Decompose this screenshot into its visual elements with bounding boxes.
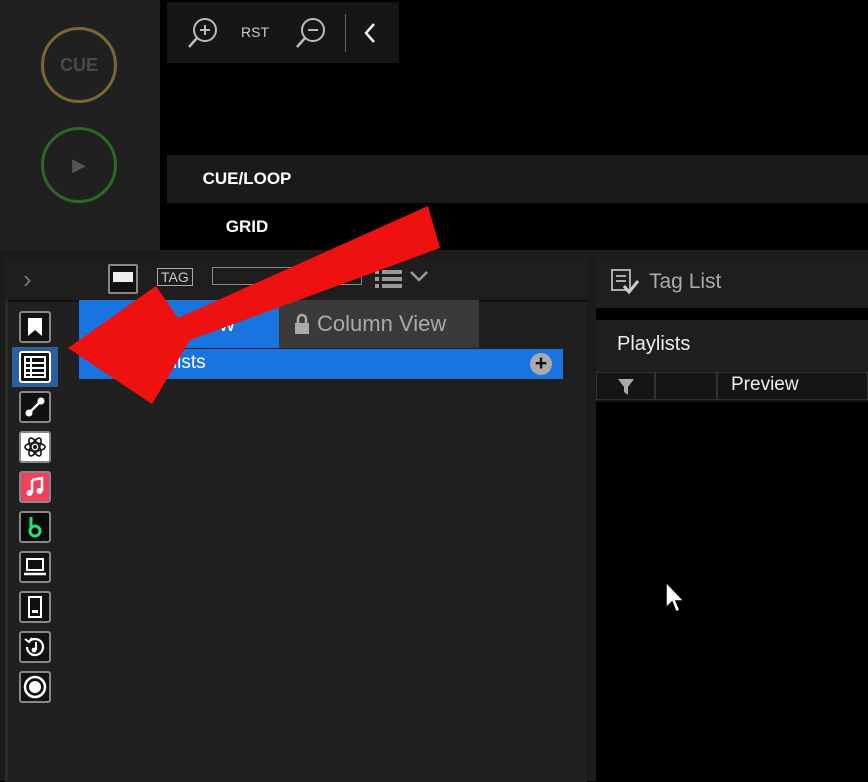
bookmark-icon[interactable] <box>19 311 51 343</box>
tag-list-icon <box>611 269 640 295</box>
add-playlist-icon[interactable]: + <box>530 353 552 375</box>
cue-button[interactable]: CUE <box>41 27 117 103</box>
column-header-row: Preview <box>596 372 868 402</box>
collection-list-icon[interactable] <box>19 351 51 383</box>
sidebar-edge <box>5 300 8 781</box>
tab-cue-loop[interactable]: CUE/LOOP <box>167 155 327 203</box>
record-icon[interactable] <box>19 671 51 703</box>
playlists-header: Playlists <box>596 320 868 372</box>
chevron-left-icon[interactable] <box>363 22 377 49</box>
rst-button[interactable]: RST <box>241 24 269 40</box>
zoom-out-icon[interactable] <box>295 16 327 55</box>
device-icon[interactable] <box>19 591 51 623</box>
preview-column[interactable]: Preview <box>717 372 868 400</box>
tag-list-label: Tag List <box>649 270 722 293</box>
divider <box>345 14 346 52</box>
zoom-in-icon[interactable] <box>187 16 219 55</box>
annotation-arrow <box>68 206 440 404</box>
tag-list-header[interactable]: Tag List <box>596 258 868 308</box>
playlists-header-label: Playlists <box>617 333 691 355</box>
empty-column[interactable] <box>655 372 717 400</box>
filter-column[interactable] <box>596 372 655 400</box>
link-icon[interactable] <box>19 391 51 423</box>
play-icon: ▶ <box>72 154 86 175</box>
laptop-icon[interactable] <box>19 551 51 583</box>
expand-icon[interactable]: › <box>23 264 32 295</box>
play-button[interactable]: ▶ <box>41 127 117 203</box>
filter-icon <box>618 379 634 395</box>
preview-column-label: Preview <box>731 374 799 395</box>
atom-icon[interactable] <box>19 431 51 463</box>
zoom-toolbar: RST <box>167 2 399 63</box>
music-note-icon[interactable] <box>19 471 51 503</box>
history-icon[interactable] <box>19 631 51 663</box>
mouse-cursor-icon <box>665 580 686 614</box>
beatport-icon[interactable] <box>19 511 51 543</box>
